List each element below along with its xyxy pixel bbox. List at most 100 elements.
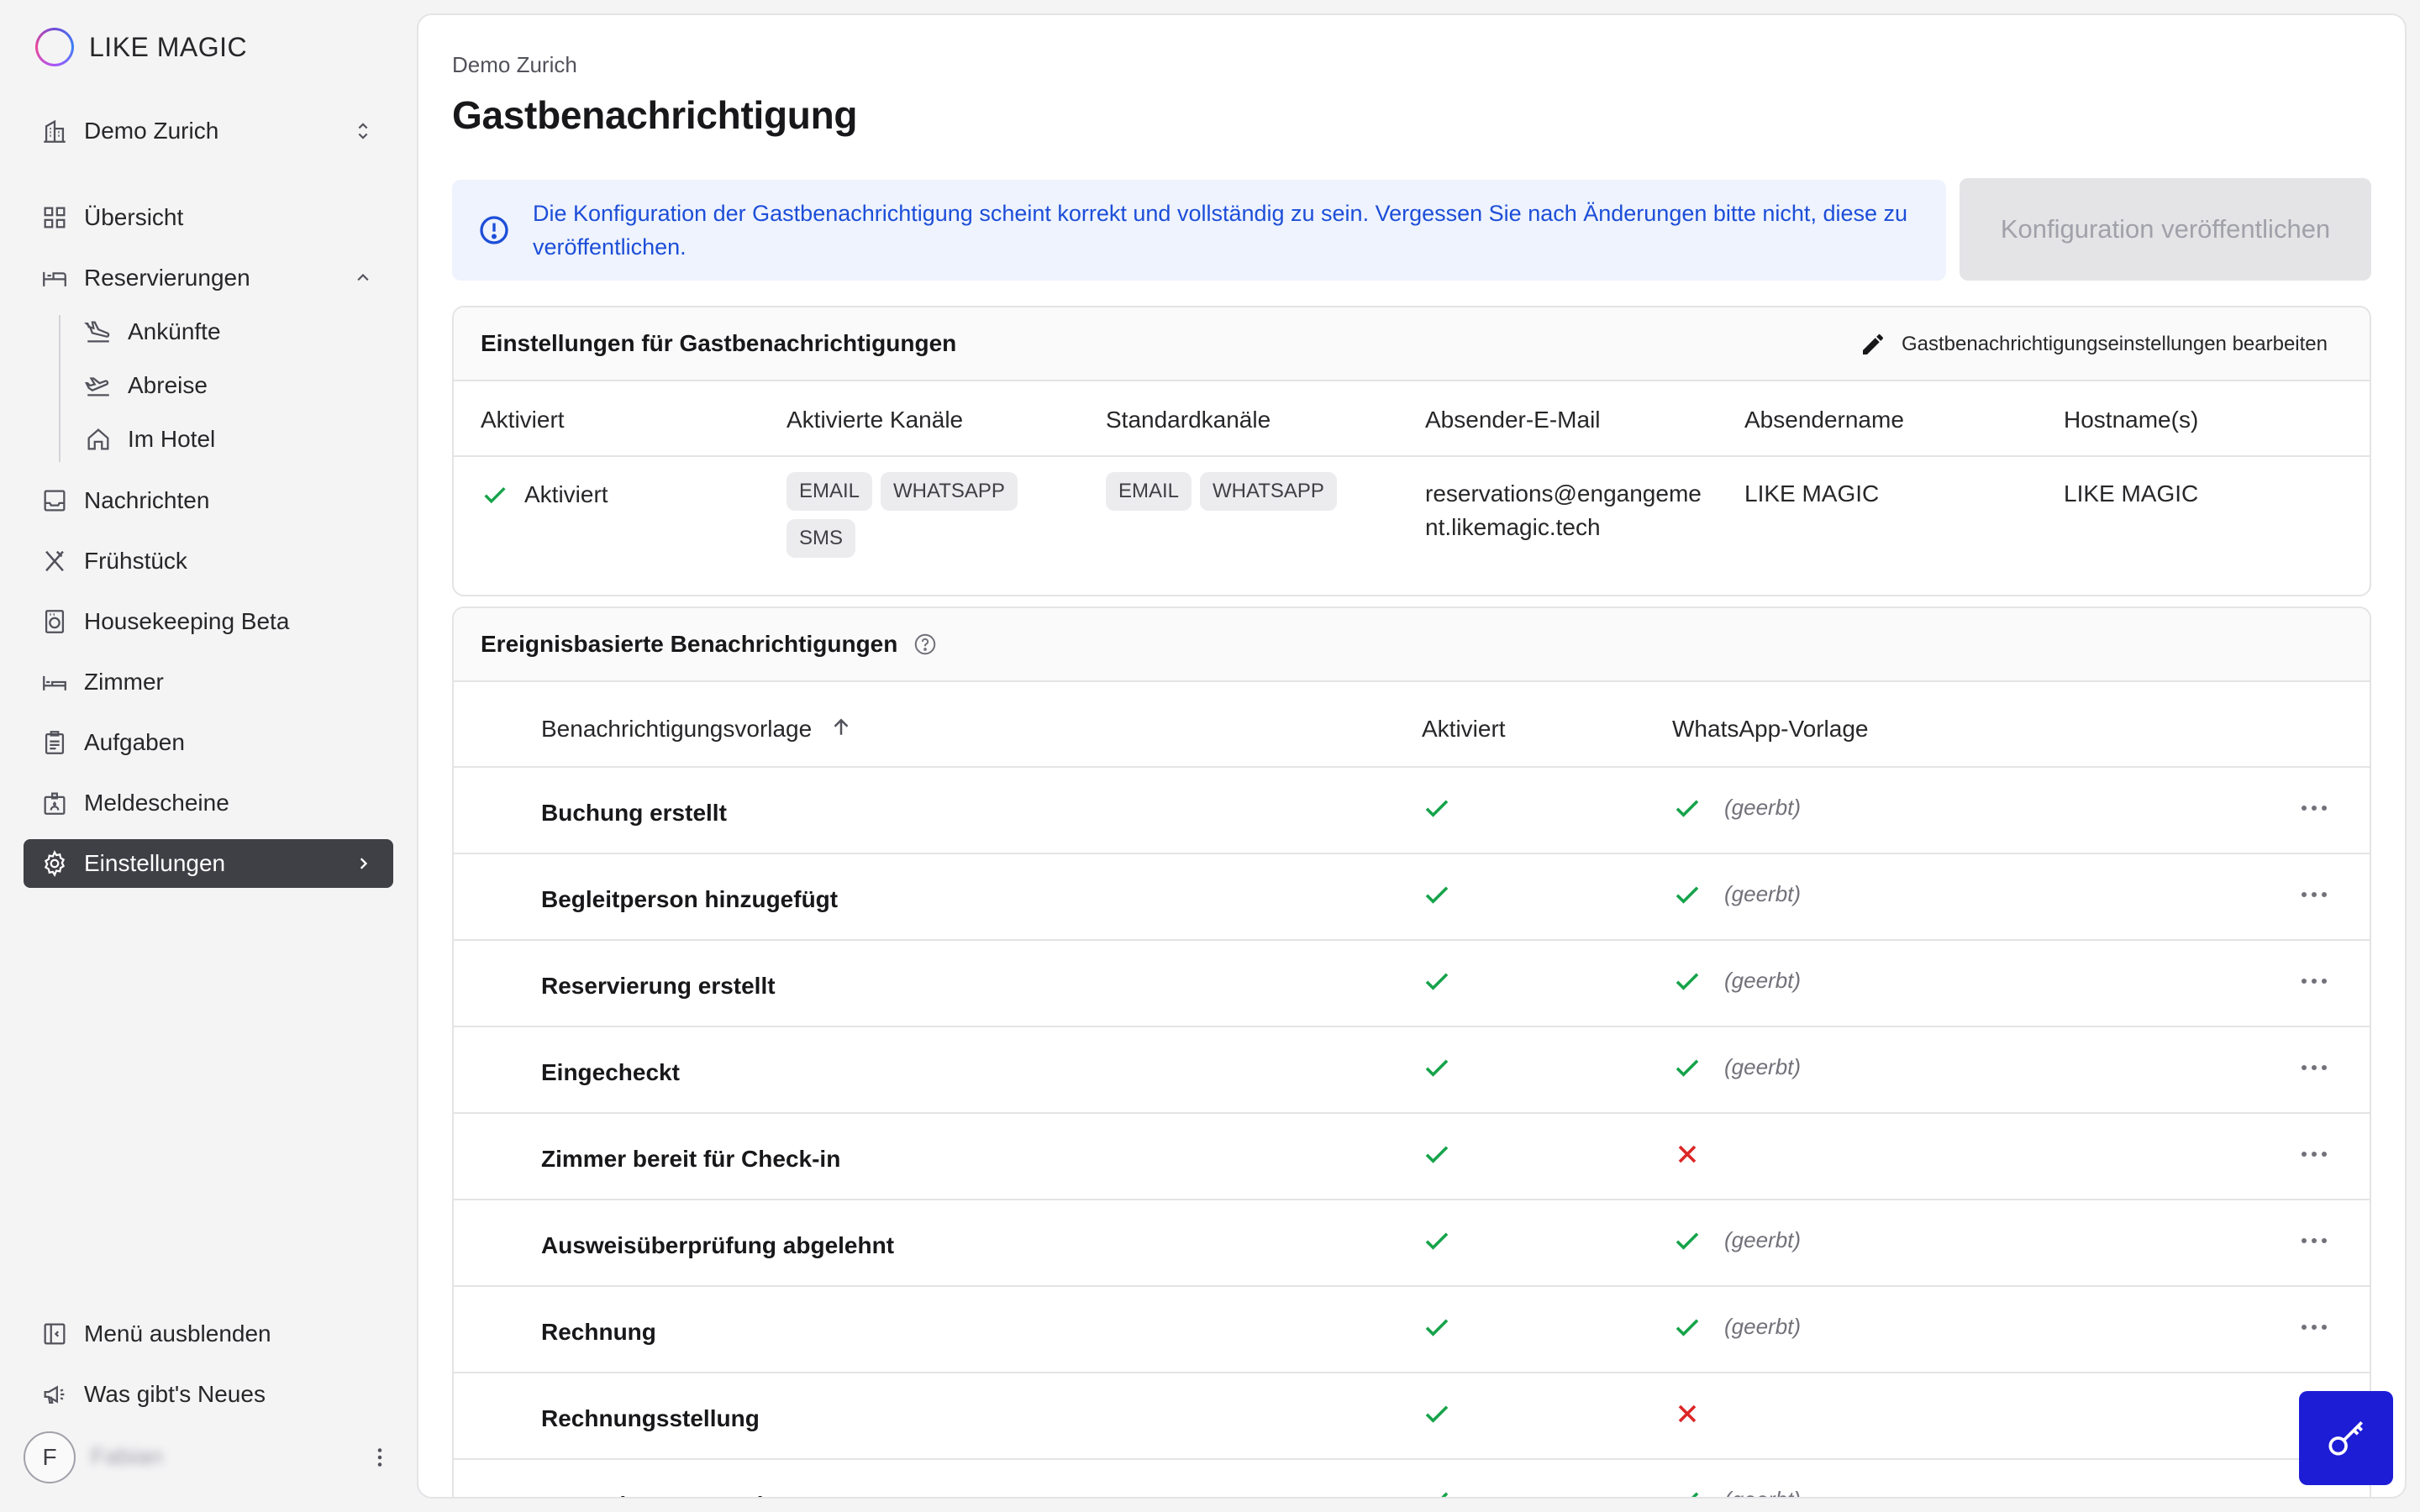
events-card: Ereignisbasierte Benachrichtigungen Bena… [452, 606, 2371, 1497]
more-horizontal-icon[interactable] [2297, 1317, 2331, 1337]
more-horizontal-icon[interactable] [2297, 971, 2331, 991]
main-panel: Demo Zurich Gastbenachrichtigung Die Kon… [417, 13, 2407, 1499]
brand[interactable]: LIKE MAGIC [35, 27, 247, 67]
check-icon [1422, 1485, 1452, 1497]
table-row[interactable]: Rechnungsstellung [454, 1373, 2370, 1460]
edit-settings-button[interactable]: Gastbenachrichtigungseinstellungen bearb… [1860, 326, 2328, 363]
more-horizontal-icon[interactable] [2297, 1231, 2331, 1251]
sidebar-item-reservations[interactable]: Reservierungen [24, 254, 393, 302]
check-icon [1422, 1139, 1452, 1169]
more-horizontal-icon[interactable] [2297, 1490, 2331, 1497]
chevron-right-icon [360, 858, 368, 869]
building-icon [39, 115, 71, 147]
breadcrumb[interactable]: Demo Zurich [452, 52, 577, 78]
brand-logo-icon [35, 28, 74, 66]
column-header: Absender-E-Mail [1425, 407, 1601, 433]
sidebar-item-registration-forms[interactable]: Meldescheine [24, 779, 393, 827]
sidebar-item-label: Aufgaben [84, 729, 185, 755]
check-icon [1672, 1226, 1702, 1256]
settings-card: Einstellungen für Gastbenachrichtigungen… [452, 306, 2371, 596]
sender-name: LIKE MAGIC [1744, 480, 1880, 507]
publish-configuration-button[interactable]: Konfiguration veröffentlichen [1960, 178, 2371, 281]
more-horizontal-icon[interactable] [2297, 1144, 2331, 1164]
property-name: Demo Zurich [84, 118, 219, 144]
more-vertical-icon[interactable] [363, 1443, 397, 1472]
sidebar-item-label: Nachrichten [84, 487, 210, 513]
table-row[interactable]: Rechnung (geerbt) [454, 1287, 2370, 1373]
column-header: Aktiviert [481, 407, 565, 433]
more-horizontal-icon[interactable] [2297, 885, 2331, 905]
sidebar-item-label: Zimmer [84, 669, 164, 695]
check-icon [1672, 1312, 1702, 1342]
template-name: Rechnung [541, 1319, 656, 1345]
template-name: Begleitperson hinzugefügt [541, 886, 839, 912]
settings-card-title: Einstellungen für Gastbenachrichtigungen [481, 330, 957, 356]
enabled-channels: EMAIL WHATSAPP SMS [786, 472, 1072, 566]
sidebar-item-label: Abreise [128, 372, 208, 398]
check-icon [1422, 966, 1452, 996]
table-row[interactable]: Eingecheckt (geerbt) [454, 1027, 2370, 1114]
whats-new-button[interactable]: Was gibt's Neues [24, 1370, 393, 1419]
column-header: Hostname(s) [2064, 407, 2199, 433]
more-horizontal-icon[interactable] [2297, 798, 2331, 818]
sidebar-item-settings[interactable]: Einstellungen [24, 839, 393, 888]
user-name: Fabian [91, 1443, 163, 1469]
table-row[interactable]: Zimmer bereit für Check-in [454, 1114, 2370, 1200]
events-card-header: Ereignisbasierte Benachrichtigungen [454, 608, 2370, 682]
washing-machine-icon [39, 606, 71, 638]
info-alert: Die Konfiguration der Gastbenachrichtigu… [452, 180, 1946, 281]
table-row[interactable]: Begleitperson hinzugefügt (geerbt) [454, 854, 2370, 941]
key-action-button[interactable] [2299, 1391, 2393, 1485]
sidebar-item-overview[interactable]: Übersicht [24, 193, 393, 242]
table-row[interactable]: Reservierung erstellt (geerbt) [454, 941, 2370, 1027]
channel-chip: WHATSAPP [1200, 472, 1337, 511]
plane-landing-icon [82, 316, 114, 348]
sidebar-item-rooms[interactable]: Zimmer [24, 658, 393, 706]
arrow-up-icon[interactable] [829, 714, 854, 741]
alert-text: Die Konfiguration der Gastbenachrichtigu… [533, 201, 1908, 260]
template-name: Eingecheckt [541, 1059, 680, 1085]
sidebar-item-breakfast[interactable]: Frühstück [24, 537, 393, 585]
column-header-whatsapp: WhatsApp-Vorlage [1672, 716, 1869, 742]
megaphone-icon [39, 1378, 71, 1410]
hide-menu-label: Menü ausblenden [84, 1320, 271, 1347]
sidebar-item-housekeeping[interactable]: Housekeeping Beta [24, 597, 393, 646]
sender-email-line: nt.likemagic.tech [1425, 514, 1601, 540]
inherited-note: (geerbt) [1724, 968, 1802, 993]
sidebar-item-in-house[interactable]: Im Hotel [71, 415, 393, 464]
check-icon [1672, 1053, 1702, 1083]
sidebar-item-tasks[interactable]: Aufgaben [24, 718, 393, 767]
gear-icon [39, 848, 71, 879]
sidebar-item-messages[interactable]: Nachrichten [24, 476, 393, 525]
check-icon [1672, 966, 1702, 996]
activated-label: Aktiviert [524, 481, 608, 507]
sidebar-item-label: Housekeeping Beta [84, 608, 290, 634]
hide-menu-button[interactable]: Menü ausblenden [24, 1310, 393, 1358]
help-circle-icon[interactable] [913, 632, 938, 657]
events-table-header: Benachrichtigungsvorlage Aktiviert Whats… [454, 682, 2370, 768]
column-header-template[interactable]: Benachrichtigungsvorlage [541, 716, 812, 743]
table-row[interactable]: Buchung erstellt (geerbt) [454, 768, 2370, 854]
more-horizontal-icon[interactable] [2297, 1058, 2331, 1078]
property-selector[interactable]: Demo Zurich [24, 107, 393, 155]
sidebar-item-departures[interactable]: Abreise [71, 361, 393, 410]
chevron-up-icon [357, 274, 369, 281]
check-icon [1422, 1053, 1452, 1083]
plane-takeoff-icon [82, 370, 114, 402]
chevron-up-down-icon [358, 123, 368, 139]
settings-table-header: Aktiviert Aktivierte Kanäle Standardkanä… [454, 381, 2370, 457]
table-row[interactable]: Reservierung storniert (geerbt) [454, 1460, 2370, 1497]
hostname: LIKE MAGIC [2064, 480, 2199, 507]
sidebar-item-label: Übersicht [84, 204, 184, 230]
sidebar-item-arrivals[interactable]: Ankünfte [71, 307, 393, 356]
cross-icon [1672, 1139, 1702, 1169]
template-name: Reservierung storniert [541, 1492, 793, 1497]
inbox-icon [39, 485, 71, 517]
table-row[interactable]: Ausweisüberprüfung abgelehnt (geerbt) [454, 1200, 2370, 1287]
utensils-icon [39, 545, 71, 577]
check-icon [484, 487, 506, 504]
avatar[interactable]: F [24, 1431, 76, 1483]
check-icon [1422, 879, 1452, 910]
bed-icon [39, 262, 71, 294]
column-header: Absendername [1744, 407, 1904, 433]
